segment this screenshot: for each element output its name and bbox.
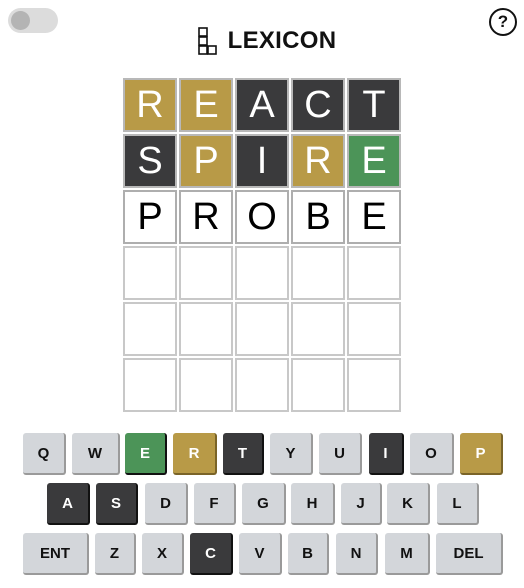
board-tile: I	[235, 134, 289, 188]
key-d[interactable]: D	[145, 483, 188, 525]
key-e[interactable]: E	[125, 433, 167, 475]
header: LEXICON	[0, 24, 524, 58]
logo-icon	[197, 27, 217, 55]
board-tile: A	[235, 78, 289, 132]
key-r[interactable]: R	[173, 433, 217, 475]
key-k[interactable]: K	[387, 483, 430, 525]
key-a[interactable]: A	[47, 483, 90, 525]
key-g[interactable]: G	[242, 483, 286, 525]
board-tile: E	[179, 78, 233, 132]
board-tile	[123, 246, 177, 300]
board-tile	[291, 302, 345, 356]
key-p[interactable]: P	[460, 433, 503, 475]
board-tile	[123, 302, 177, 356]
board-tile	[291, 246, 345, 300]
board-tile: O	[235, 190, 289, 244]
board-tile	[347, 302, 401, 356]
help-button[interactable]: ?	[489, 8, 517, 36]
key-l[interactable]: L	[437, 483, 479, 525]
key-v[interactable]: V	[239, 533, 282, 575]
board-tile	[235, 302, 289, 356]
board-tile: B	[291, 190, 345, 244]
board-tile: C	[291, 78, 345, 132]
board-tile: R	[179, 190, 233, 244]
board-tile	[347, 358, 401, 412]
game-app: LEXICON ? REACTSPIREPROBE QWERTYUIOPASDF…	[0, 0, 524, 588]
key-s[interactable]: S	[96, 483, 138, 525]
board-tile: R	[123, 78, 177, 132]
keyboard-row: ASDFGHJKL	[0, 483, 524, 525]
key-n[interactable]: N	[336, 533, 378, 575]
key-h[interactable]: H	[291, 483, 335, 525]
game-board: REACTSPIREPROBE	[123, 78, 401, 412]
board-tile	[179, 302, 233, 356]
key-q[interactable]: Q	[23, 433, 66, 475]
key-t[interactable]: T	[223, 433, 264, 475]
help-icon: ?	[497, 12, 509, 31]
keyboard-row: QWERTYUIOP	[0, 433, 524, 475]
key-w[interactable]: W	[72, 433, 120, 475]
enter-key[interactable]: ENT	[23, 533, 89, 575]
board-tile: E	[347, 190, 401, 244]
key-o[interactable]: O	[410, 433, 454, 475]
key-b[interactable]: B	[288, 533, 329, 575]
board-tile	[235, 358, 289, 412]
delete-key[interactable]: DEL	[436, 533, 503, 575]
board-tile: T	[347, 78, 401, 132]
board-tile: P	[123, 190, 177, 244]
key-m[interactable]: M	[385, 533, 430, 575]
key-x[interactable]: X	[142, 533, 184, 575]
board-tile	[179, 358, 233, 412]
keyboard-row: ENT Z X C V B N M DEL	[0, 533, 524, 575]
key-f[interactable]: F	[194, 483, 236, 525]
board-tile	[235, 246, 289, 300]
board-tile: S	[123, 134, 177, 188]
key-z[interactable]: Z	[95, 533, 136, 575]
key-y[interactable]: Y	[270, 433, 313, 475]
board-tile	[123, 358, 177, 412]
board-tile: E	[347, 134, 401, 188]
key-j[interactable]: J	[341, 483, 382, 525]
board-tile	[179, 246, 233, 300]
board-tile	[291, 358, 345, 412]
key-i[interactable]: I	[369, 433, 404, 475]
page-title: LEXICON	[227, 27, 337, 54]
board-tile	[347, 246, 401, 300]
board-tile: P	[179, 134, 233, 188]
board-tile: R	[291, 134, 345, 188]
key-c[interactable]: C	[190, 533, 233, 575]
key-u[interactable]: U	[319, 433, 362, 475]
